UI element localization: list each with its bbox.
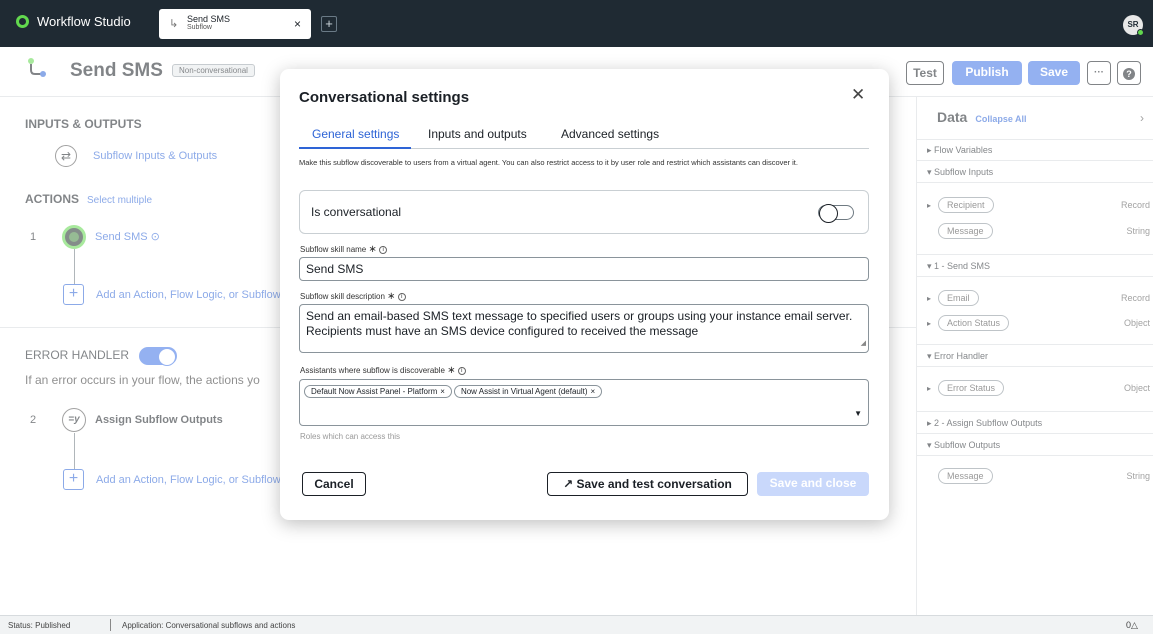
- conversational-settings-dialog: Conversational settings ✕ General settin…: [280, 69, 889, 520]
- required-icon: ∗: [387, 291, 396, 302]
- subflow-icon: ↳: [169, 18, 179, 30]
- skill-description-textarea[interactable]: Send an email-based SMS text message to …: [299, 304, 869, 353]
- info-icon: i: [457, 366, 466, 375]
- skill-name-label: Subflow skill name ∗ i: [300, 244, 388, 255]
- is-conversational-toggle[interactable]: [818, 204, 854, 223]
- assistant-tag[interactable]: Default Now Assist Panel - Platform ×: [304, 385, 452, 398]
- is-conversational-row: Is conversational: [299, 190, 869, 234]
- warnings-indicator[interactable]: 0△: [1126, 620, 1138, 631]
- remove-tag-icon[interactable]: ×: [591, 387, 596, 396]
- avatar[interactable]: SR: [1123, 15, 1144, 36]
- info-icon: i: [379, 245, 388, 254]
- close-tab-icon[interactable]: ×: [294, 17, 301, 31]
- resize-handle-icon[interactable]: ◢: [861, 336, 866, 351]
- top-bar: Workflow Studio ↳ Send SMS Subflow × + S…: [0, 0, 1153, 47]
- app-brand[interactable]: Workflow Studio: [16, 14, 131, 29]
- active-tab-indicator: [299, 147, 411, 149]
- tab-advanced-settings[interactable]: Advanced settings: [561, 127, 659, 141]
- tab-general-settings[interactable]: General settings: [312, 127, 399, 141]
- required-icon: ∗: [368, 244, 377, 255]
- application-scope: Application: Conversational subflows and…: [122, 621, 296, 630]
- presence-icon: [1137, 29, 1144, 36]
- assistant-tag[interactable]: Now Assist in Virtual Agent (default) ×: [453, 385, 603, 398]
- assistants-label: Assistants where subflow is discoverable…: [300, 365, 466, 376]
- skill-description-label: Subflow skill description ∗ i: [300, 291, 406, 302]
- skill-name-input[interactable]: Send SMS: [299, 257, 869, 281]
- divider: [110, 619, 111, 631]
- save-and-test-button[interactable]: ↗ Save and test conversation: [547, 472, 748, 496]
- new-tab-button[interactable]: +: [321, 16, 337, 32]
- close-icon[interactable]: ✕: [851, 85, 865, 105]
- tab-inputs-outputs[interactable]: Inputs and outputs: [428, 127, 527, 141]
- is-conversational-label: Is conversational: [311, 205, 402, 219]
- document-tab[interactable]: ↳ Send SMS Subflow ×: [159, 9, 311, 39]
- roles-label: Roles which can access this: [300, 432, 401, 439]
- info-icon: i: [397, 292, 406, 301]
- app-name: Workflow Studio: [37, 14, 131, 29]
- logo-icon: [16, 15, 29, 28]
- dialog-title: Conversational settings: [299, 89, 470, 106]
- status-bar: Status: Published Application: Conversat…: [0, 615, 1153, 634]
- dialog-tabs: General settings Inputs and outputs Adva…: [299, 127, 869, 149]
- remove-tag-icon[interactable]: ×: [440, 387, 445, 396]
- tab-title: Send SMS: [187, 14, 231, 24]
- assistants-multiselect[interactable]: Default Now Assist Panel - Platform × Now …: [299, 379, 869, 426]
- dialog-description: Make this subflow discoverable to users …: [299, 158, 798, 167]
- publish-status: Status: Published: [8, 621, 71, 630]
- dropdown-caret-icon[interactable]: ▼: [854, 409, 862, 418]
- required-icon: ∗: [447, 365, 456, 376]
- cancel-button[interactable]: Cancel: [302, 472, 366, 496]
- tab-subtitle: Subflow: [187, 24, 212, 31]
- external-link-icon: ↗: [563, 477, 574, 491]
- save-and-close-button[interactable]: Save and close: [757, 472, 869, 496]
